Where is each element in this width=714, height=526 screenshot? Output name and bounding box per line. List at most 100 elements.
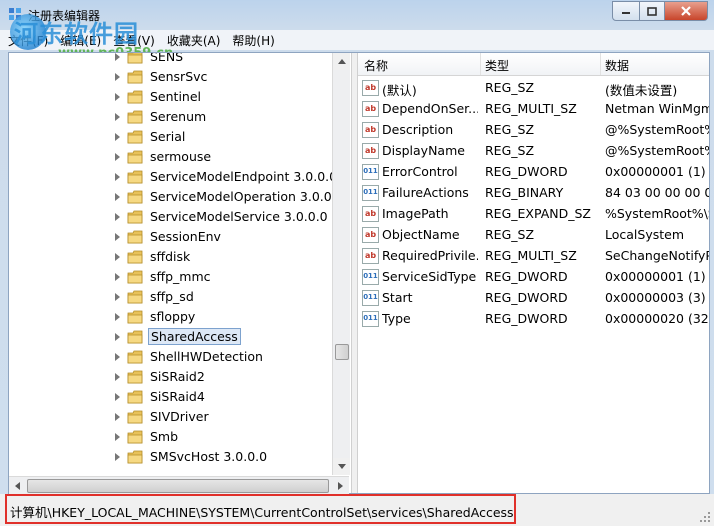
expand-arrow-icon[interactable] <box>115 293 120 301</box>
value-row[interactable]: ab DisplayName REG_SZ @%SystemRoot% <box>358 140 709 161</box>
tree-item[interactable]: SiSRaid2 <box>9 367 344 387</box>
value-row[interactable]: 011 ErrorControl REG_DWORD 0x00000001 (1) <box>358 161 709 182</box>
tree-item[interactable]: SiSRaid4 <box>9 387 344 407</box>
string-value-icon: ab <box>362 143 379 159</box>
expand-arrow-icon[interactable] <box>115 213 120 221</box>
expand-arrow-icon[interactable] <box>115 193 120 201</box>
value-name: FailureActions <box>382 185 469 200</box>
tree-item[interactable]: SensrSvc <box>9 67 344 87</box>
tree-horizontal-scrollbar[interactable] <box>9 476 349 494</box>
column-header-type[interactable]: 类型 <box>485 57 509 74</box>
expand-arrow-icon[interactable] <box>115 433 120 441</box>
tree-item-label: ServiceModelService 3.0.0.0 <box>150 209 328 224</box>
value-name: ObjectName <box>382 227 460 242</box>
tree-item[interactable]: Serenum <box>9 107 344 127</box>
values-list: 名称 类型 数据 ab (默认) REG_SZ (数值未设置) ab DependOnSe… <box>358 53 709 493</box>
expand-arrow-icon[interactable] <box>115 93 120 101</box>
value-row[interactable]: 011 FailureActions REG_BINARY 84 03 00 00 0… <box>358 182 709 203</box>
value-row[interactable]: ab ImagePath REG_EXPAND_SZ %SystemRoot%\S <box>358 203 709 224</box>
expand-arrow-icon[interactable] <box>115 153 120 161</box>
scroll-up-button[interactable] <box>333 53 350 70</box>
resize-grip-icon[interactable] <box>700 512 710 522</box>
scroll-right-button[interactable] <box>332 477 349 494</box>
registry-editor-window: 注册表编辑器 文件(F) 编辑(E) 查看(V) 收藏夹(A) 帮助(H) 河东… <box>0 0 714 526</box>
folder-icon <box>127 450 143 464</box>
column-divider[interactable] <box>480 53 481 75</box>
tree-item-label: SensrSvc <box>150 69 208 84</box>
column-header-data[interactable]: 数据 <box>605 57 629 74</box>
scroll-down-button[interactable] <box>333 458 350 475</box>
column-divider[interactable] <box>600 53 601 75</box>
value-row[interactable]: ab Description REG_SZ @%SystemRoot% <box>358 119 709 140</box>
tree-scroll-thumb[interactable] <box>335 344 349 360</box>
minimize-button[interactable] <box>612 1 640 21</box>
value-row[interactable]: ab DependOnSer... REG_MULTI_SZ Netman WinMg… <box>358 98 709 119</box>
folder-icon <box>127 70 143 84</box>
expand-arrow-icon[interactable] <box>115 233 120 241</box>
tree-item[interactable]: ServiceModelService 3.0.0.0 <box>9 207 344 227</box>
expand-arrow-icon[interactable] <box>115 413 120 421</box>
tree-item[interactable]: ShellHWDetection <box>9 347 344 367</box>
chevron-right-icon <box>338 481 343 490</box>
expand-arrow-icon[interactable] <box>115 253 120 261</box>
menu-help[interactable]: 帮助(H) <box>226 32 280 49</box>
value-row[interactable]: 011 ServiceSidType REG_DWORD 0x00000001 (1) <box>358 266 709 287</box>
value-row[interactable]: ab RequiredPrivile... REG_MULTI_SZ SeChange… <box>358 245 709 266</box>
value-data: LocalSystem <box>605 227 685 242</box>
expand-arrow-icon[interactable] <box>115 273 120 281</box>
tree-item[interactable]: sffp_mmc <box>9 267 344 287</box>
chevron-left-icon <box>15 481 20 490</box>
value-data: 84 03 00 00 00 00 <box>605 185 709 200</box>
expand-arrow-icon[interactable] <box>115 353 120 361</box>
expand-arrow-icon[interactable] <box>115 133 120 141</box>
folder-icon <box>127 90 143 104</box>
tree-item-label: sffp_mmc <box>150 269 211 284</box>
expand-arrow-icon[interactable] <box>115 313 120 321</box>
tree-item[interactable]: Serial <box>9 127 344 147</box>
tree-item[interactable]: sfloppy <box>9 307 344 327</box>
close-button[interactable] <box>665 1 708 21</box>
scroll-left-button[interactable] <box>9 477 26 494</box>
expand-arrow-icon[interactable] <box>115 373 120 381</box>
expand-arrow-icon[interactable] <box>115 53 120 61</box>
value-row[interactable]: ab ObjectName REG_SZ LocalSystem <box>358 224 709 245</box>
folder-icon <box>127 230 143 244</box>
tree-vertical-scrollbar[interactable] <box>332 53 350 475</box>
tree-item[interactable]: SENS <box>9 53 344 67</box>
expand-arrow-icon[interactable] <box>115 173 120 181</box>
tree-item[interactable]: Sentinel <box>9 87 344 107</box>
value-type: REG_EXPAND_SZ <box>485 206 591 221</box>
value-row[interactable]: 011 Type REG_DWORD 0x00000020 (32) <box>358 308 709 329</box>
value-name: DisplayName <box>382 143 465 158</box>
value-row[interactable]: 011 Start REG_DWORD 0x00000003 (3) <box>358 287 709 308</box>
binary-value-icon: 011 <box>362 269 379 285</box>
folder-icon <box>127 370 143 384</box>
tree-item[interactable]: SharedAccess <box>9 327 344 347</box>
tree-item[interactable]: Smb <box>9 427 344 447</box>
tree-item[interactable]: ServiceModelEndpoint 3.0.0.0 <box>9 167 344 187</box>
value-name: Start <box>382 290 413 305</box>
tree-item[interactable]: sffp_sd <box>9 287 344 307</box>
expand-arrow-icon[interactable] <box>115 113 120 121</box>
tree-hscroll-thumb[interactable] <box>27 479 329 493</box>
tree-item[interactable]: sermouse <box>9 147 344 167</box>
maximize-button[interactable] <box>640 1 665 21</box>
tree-item[interactable]: SMSvcHost 3.0.0.0 <box>9 447 344 467</box>
column-header-name[interactable]: 名称 <box>364 57 388 74</box>
tree-item[interactable]: ServiceModelOperation 3.0.0.0 <box>9 187 344 207</box>
tree-item[interactable]: SessionEnv <box>9 227 344 247</box>
tree-item[interactable]: SIVDriver <box>9 407 344 427</box>
tree-item[interactable]: sffdisk <box>9 247 344 267</box>
tree-item-label: sffp_sd <box>150 289 194 304</box>
binary-value-icon: 011 <box>362 164 379 180</box>
value-name: ServiceSidType <box>382 269 477 284</box>
value-type: REG_SZ <box>485 143 535 158</box>
editor-panes: SENS SensrSvc Sentinel Serenum Serial sermous… <box>8 52 710 494</box>
expand-arrow-icon[interactable] <box>115 73 120 81</box>
expand-arrow-icon[interactable] <box>115 453 120 461</box>
value-row[interactable]: ab (默认) REG_SZ (数值未设置) <box>358 77 709 98</box>
expand-arrow-icon[interactable] <box>115 393 120 401</box>
expand-arrow-icon[interactable] <box>115 333 120 341</box>
pane-splitter[interactable] <box>351 53 358 493</box>
folder-icon <box>127 430 143 444</box>
